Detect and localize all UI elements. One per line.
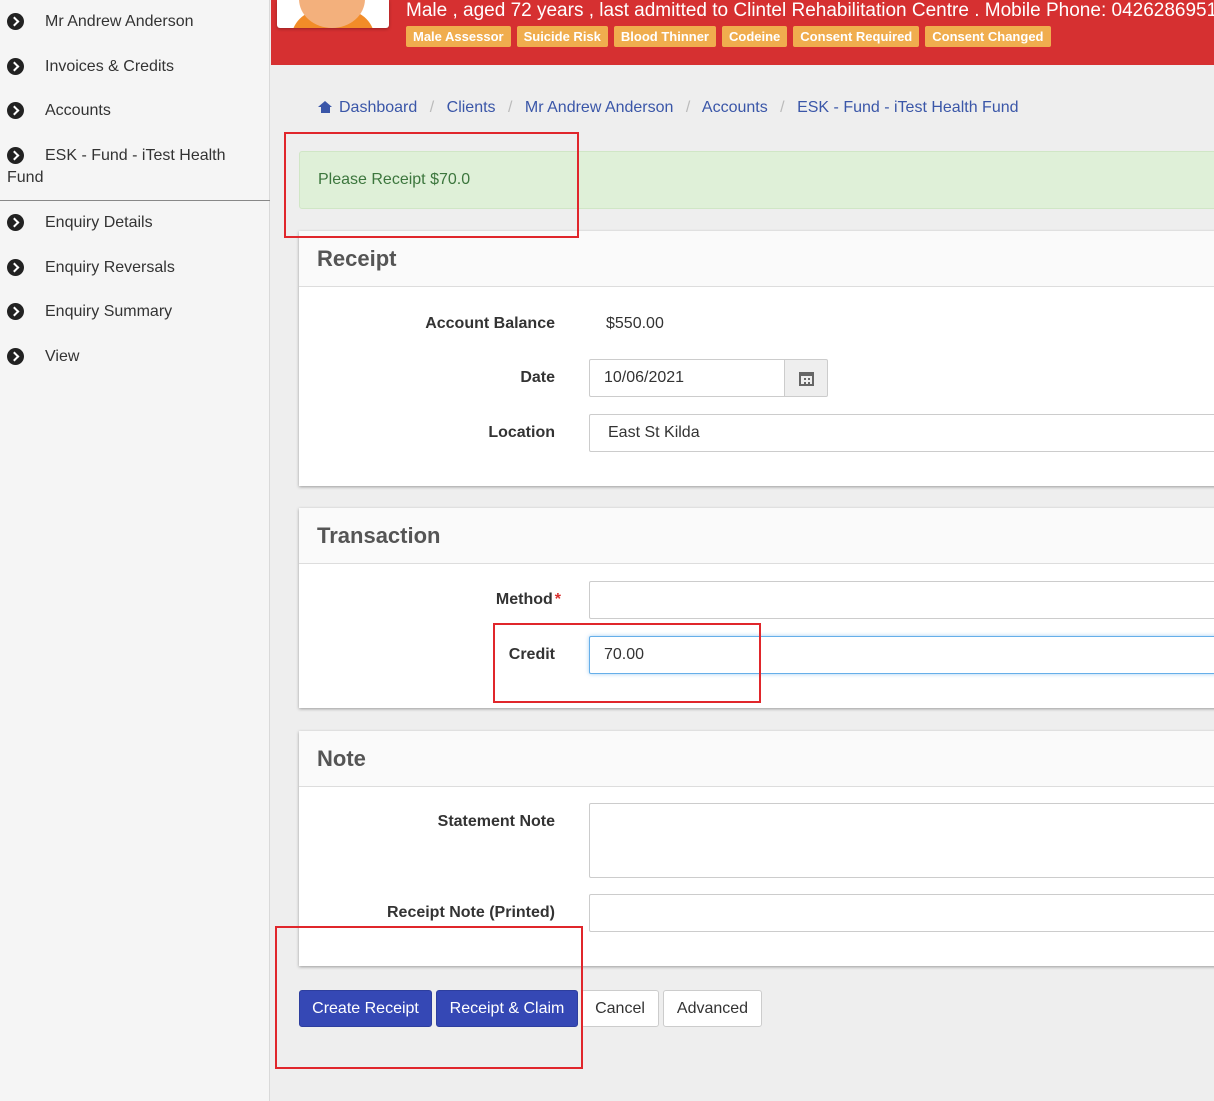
sidebar-item-label: Enquiry Details <box>45 214 153 231</box>
sidebar: Mr Andrew Anderson Invoices & Credits Ac… <box>0 0 270 1101</box>
chevron-circle-right-icon <box>7 147 24 164</box>
patient-header: Male , aged 72 years , last admitted to … <box>271 0 1214 65</box>
receipt-note-label: Receipt Note (Printed) <box>386 904 555 921</box>
account-balance-label: Account Balance <box>425 315 555 332</box>
sidebar-item-label: Invoices & Credits <box>45 58 174 75</box>
calendar-icon <box>799 372 814 386</box>
transaction-panel-title: Transaction <box>299 508 1214 564</box>
sidebar-item-invoices-credits[interactable]: Invoices & Credits <box>0 56 270 78</box>
chevron-circle-right-icon <box>7 102 24 119</box>
breadcrumb-fund[interactable]: ESK - Fund - iTest Health Fund <box>797 99 1018 116</box>
breadcrumb-separator: / <box>685 99 691 116</box>
home-icon <box>318 101 333 113</box>
note-panel-title: Note <box>299 731 1214 787</box>
annotation-box-buttons <box>275 926 583 1069</box>
alert-badges: Male Assessor Suicide Risk Blood Thinner… <box>406 26 1051 47</box>
breadcrumb: Dashboard / Clients / Mr Andrew Anderson… <box>318 98 1019 118</box>
sidebar-item-label: View <box>45 348 80 365</box>
chevron-circle-right-icon <box>7 13 24 30</box>
sidebar-item-enquiry-details[interactable]: Enquiry Details <box>0 212 270 234</box>
breadcrumb-dashboard[interactable]: Dashboard <box>339 99 417 116</box>
sidebar-item-accounts[interactable]: Accounts <box>0 100 270 122</box>
badge-blood-thinner: Blood Thinner <box>613 26 716 47</box>
breadcrumb-separator: / <box>429 99 435 116</box>
statement-note-label: Statement Note <box>437 813 555 830</box>
patient-info: Male , aged 72 years , last admitted to … <box>406 0 1214 21</box>
receipt-panel: Receipt Account Balance $550.00 Date 10/… <box>299 231 1214 486</box>
chevron-circle-right-icon <box>7 348 24 365</box>
receipt-note-input[interactable] <box>589 894 1214 932</box>
sidebar-item-enquiry-reversals[interactable]: Enquiry Reversals <box>0 257 270 279</box>
method-label: Method * <box>495 591 561 608</box>
location-label: Location <box>488 424 555 441</box>
annotation-box-alert <box>284 132 579 238</box>
sidebar-item-client[interactable]: Mr Andrew Anderson <box>0 11 270 33</box>
sidebar-item-label: Enquiry Summary <box>45 303 173 320</box>
method-select[interactable] <box>589 581 1214 619</box>
breadcrumb-client[interactable]: Mr Andrew Anderson <box>525 99 674 116</box>
badge-male-assessor: Male Assessor <box>406 26 511 47</box>
statement-note-textarea[interactable] <box>589 803 1214 878</box>
avatar[interactable] <box>277 0 389 28</box>
breadcrumb-separator: / <box>508 99 513 116</box>
sidebar-item-fund[interactable]: ESK - Fund - iTest Health Fund <box>0 145 270 189</box>
badge-suicide-risk: Suicide Risk <box>516 26 608 47</box>
sidebar-item-label: Mr Andrew Anderson <box>45 13 194 30</box>
breadcrumb-accounts[interactable]: Accounts <box>702 99 768 116</box>
cancel-button[interactable]: Cancel <box>581 990 659 1027</box>
location-select[interactable]: East St Kilda <box>589 414 1214 452</box>
date-label: Date <box>520 369 555 386</box>
badge-consent-changed: Consent Changed <box>925 26 1051 47</box>
breadcrumb-clients[interactable]: Clients <box>447 99 496 116</box>
annotation-box-credit <box>493 623 761 703</box>
badge-codeine: Codeine <box>722 26 788 47</box>
chevron-circle-right-icon <box>7 214 24 231</box>
badge-consent-required: Consent Required <box>793 26 920 47</box>
sidebar-item-enquiry-summary[interactable]: Enquiry Summary <box>0 301 270 323</box>
sidebar-item-label: ESK - Fund - iTest Health Fund <box>7 147 226 186</box>
sidebar-divider <box>0 200 270 201</box>
chevron-circle-right-icon <box>7 259 24 276</box>
chevron-circle-right-icon <box>7 303 24 320</box>
sidebar-item-label: Accounts <box>45 102 111 119</box>
sidebar-item-view[interactable]: View <box>0 346 270 368</box>
sidebar-item-label: Enquiry Reversals <box>45 259 175 276</box>
required-marker: * <box>554 591 561 608</box>
account-balance-value: $550.00 <box>606 315 664 332</box>
receipt-panel-title: Receipt <box>299 231 1214 287</box>
date-picker-button[interactable] <box>784 359 828 397</box>
date-input[interactable]: 10/06/2021 <box>589 359 785 397</box>
chevron-circle-right-icon <box>7 58 24 75</box>
breadcrumb-separator: / <box>780 99 785 116</box>
advanced-button[interactable]: Advanced <box>663 990 762 1027</box>
